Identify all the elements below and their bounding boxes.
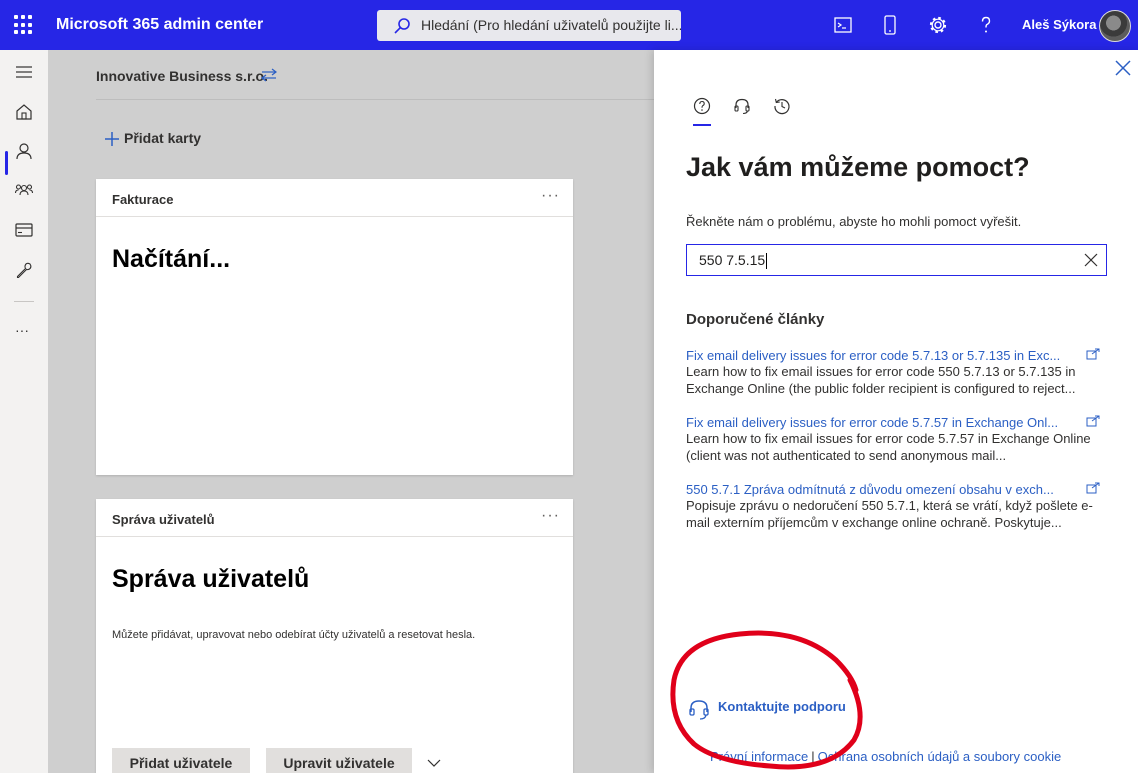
search-icon bbox=[394, 18, 410, 34]
left-nav: ··· bbox=[0, 50, 48, 773]
article-item: Fix email delivery issues for error code… bbox=[686, 414, 1100, 464]
switch-org-icon[interactable] bbox=[260, 66, 278, 84]
card-header: Správa uživatelů ··· bbox=[96, 499, 573, 537]
contact-support-label: Kontaktujte podporu bbox=[718, 699, 846, 714]
top-bar: Microsoft 365 admin center Hledání (Pro … bbox=[0, 0, 1138, 50]
main-divider bbox=[96, 99, 654, 100]
panel-title: Jak vám můžeme pomoct? bbox=[686, 152, 1030, 182]
external-link-icon[interactable] bbox=[1086, 415, 1100, 427]
external-link-icon[interactable] bbox=[1086, 348, 1100, 360]
home-icon[interactable] bbox=[14, 102, 34, 122]
help-tab-icon[interactable] bbox=[692, 96, 712, 116]
article-description: Learn how to fix email issues for error … bbox=[686, 431, 1091, 463]
nav-active-indicator bbox=[5, 151, 8, 175]
footer-separator: | bbox=[811, 749, 815, 764]
billing-card: Fakturace ··· Načítání... bbox=[96, 179, 573, 475]
close-icon[interactable] bbox=[1115, 60, 1131, 76]
org-name: Innovative Business s.r.o. bbox=[96, 68, 268, 84]
add-cards-button[interactable]: Přidat karty bbox=[104, 130, 201, 146]
app-title[interactable]: Microsoft 365 admin center bbox=[56, 16, 263, 34]
article-description: Learn how to fix email issues for error … bbox=[686, 364, 1076, 396]
clear-icon[interactable] bbox=[1084, 253, 1098, 267]
external-link-icon[interactable] bbox=[1086, 482, 1100, 494]
history-icon[interactable] bbox=[772, 96, 792, 116]
article-description: Popisuje zprávu o nedoručení 550 5.7.1, … bbox=[686, 498, 1093, 530]
privacy-link[interactable]: Ochrana osobních údajů a soubory cookie bbox=[818, 749, 1062, 764]
help-panel: Jak vám můžeme pomoct? Řekněte nám o pro… bbox=[654, 50, 1138, 773]
article-link[interactable]: 550 5.7.1 Zpráva odmítnutá z důvodu omez… bbox=[686, 481, 1076, 498]
add-user-button[interactable]: Přidat uživatele bbox=[112, 748, 250, 773]
search-input[interactable]: Hledání (Pro hledání uživatelů použijte … bbox=[377, 10, 681, 41]
card-heading: Správa uživatelů bbox=[112, 565, 310, 593]
mobile-icon[interactable] bbox=[879, 14, 901, 36]
card-description: Můžete přidávat, upravovat nebo odebírat… bbox=[112, 629, 476, 641]
group-icon[interactable] bbox=[14, 180, 34, 200]
user-icon[interactable] bbox=[14, 141, 34, 161]
help-search-value: 550 7.5.15 bbox=[699, 252, 766, 268]
panel-subtitle: Řekněte nám o problému, abyste ho mohli … bbox=[686, 214, 1022, 229]
terminal-icon[interactable] bbox=[832, 14, 854, 36]
billing-icon[interactable] bbox=[14, 220, 34, 240]
edit-user-button[interactable]: Upravit uživatele bbox=[266, 748, 412, 773]
article-item: 550 5.7.1 Zpráva odmítnutá z důvodu omez… bbox=[686, 481, 1100, 531]
legal-link[interactable]: Právní informace bbox=[710, 749, 808, 764]
plus-icon bbox=[105, 132, 119, 146]
help-search-input[interactable]: 550 7.5.15 bbox=[686, 244, 1107, 276]
user-management-card: Správa uživatelů ··· Správa uživatelů Mů… bbox=[96, 499, 573, 773]
more-options-icon[interactable]: ··· bbox=[541, 507, 560, 525]
headset-icon[interactable] bbox=[732, 96, 752, 116]
setup-icon[interactable] bbox=[14, 260, 34, 280]
avatar[interactable] bbox=[1099, 10, 1131, 42]
main-content: Innovative Business s.r.o. Přidat karty … bbox=[48, 50, 654, 773]
card-title: Správa uživatelů bbox=[112, 512, 215, 527]
footer-links: Právní informace | Ochrana osobních údajů … bbox=[710, 749, 1061, 764]
active-tab-indicator bbox=[693, 124, 711, 126]
more-icon[interactable]: ··· bbox=[15, 322, 29, 338]
card-header: Fakturace ··· bbox=[96, 179, 573, 217]
search-placeholder: Hledání (Pro hledání uživatelů použijte … bbox=[421, 17, 681, 33]
headset-icon bbox=[689, 700, 709, 720]
nav-divider bbox=[14, 301, 34, 302]
recommended-heading: Doporučené články bbox=[686, 311, 825, 328]
card-loading-text: Načítání... bbox=[112, 245, 231, 273]
chevron-down-icon[interactable] bbox=[426, 755, 442, 771]
menu-icon[interactable] bbox=[14, 62, 34, 82]
article-link[interactable]: Fix email delivery issues for error code… bbox=[686, 414, 1076, 431]
add-cards-label: Přidat karty bbox=[124, 130, 202, 146]
card-title: Fakturace bbox=[112, 192, 174, 207]
article-item: Fix email delivery issues for error code… bbox=[686, 347, 1100, 397]
more-options-icon[interactable]: ··· bbox=[541, 187, 560, 205]
user-name[interactable]: Aleš Sýkora bbox=[1022, 17, 1096, 32]
waffle-icon[interactable] bbox=[14, 15, 34, 35]
article-link[interactable]: Fix email delivery issues for error code… bbox=[686, 347, 1076, 364]
help-icon[interactable] bbox=[975, 14, 997, 36]
settings-icon[interactable] bbox=[927, 14, 949, 36]
